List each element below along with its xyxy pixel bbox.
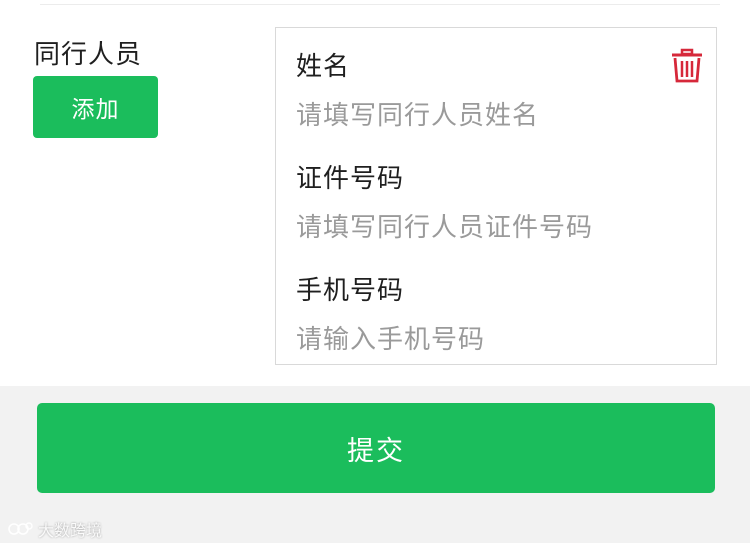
divider — [40, 4, 720, 5]
watermark: 大数跨境 — [8, 517, 102, 541]
companion-entry: 姓名 请填写同行人员姓名 证件号码 请填写同行人员证件号码 手机号码 请输入手机… — [275, 27, 717, 365]
name-input[interactable]: 请填写同行人员姓名 — [296, 98, 696, 134]
trash-icon[interactable] — [670, 48, 704, 84]
submit-button[interactable]: 提交 — [37, 403, 715, 493]
id-number-input[interactable]: 请填写同行人员证件号码 — [296, 210, 696, 246]
form-card: 同行人员 添加 姓名 请填写同行人员姓名 证件号码 请填写同行人员证件号码 手机… — [0, 0, 750, 386]
add-companion-button[interactable]: 添加 — [33, 76, 158, 138]
phone-input[interactable]: 请输入手机号码 — [296, 322, 696, 358]
watermark-logo — [8, 522, 33, 535]
watermark-text: 大数跨境 — [38, 521, 103, 540]
id-number-label: 证件号码 — [296, 164, 405, 194]
companions-label: 同行人员 — [34, 40, 143, 70]
name-label: 姓名 — [296, 52, 351, 82]
trash-icon-graphic — [672, 48, 702, 83]
phone-label: 手机号码 — [296, 276, 405, 306]
